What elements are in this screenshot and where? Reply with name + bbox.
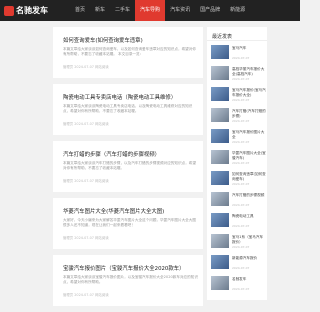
article-meta: 管理员 2024-07-07 网站阅读	[63, 122, 109, 126]
logo-text: 名驰发车	[16, 5, 48, 15]
article-card[interactable]: 汽车打蜡的步骤（汽车打蜡的步骤视频） 本篇文章给大家谈谈汽车打蜡的步骤，以及汽车…	[53, 141, 203, 192]
post-thumbnail[interactable]	[211, 108, 229, 122]
post-thumbnail[interactable]	[211, 192, 229, 206]
post-title[interactable]: 华菱汽车图片大全(宝骏汽车)	[232, 151, 266, 160]
sidebar-post-item[interactable]: 汽车打蜡的步骤视频 2024-07-07	[211, 192, 265, 210]
nav-item-new-energy[interactable]: 新能源	[225, 0, 250, 21]
post-title[interactable]: 宝马汽车报价图片大全	[232, 130, 266, 139]
post-thumbnail[interactable]	[211, 87, 229, 101]
sidebar-title: 最近发表	[207, 27, 267, 41]
post-date: 2024-07-07	[232, 161, 250, 165]
sidebar-post-item[interactable]: 如何查询违章(如何查询爱车) 2024-07-07	[211, 171, 266, 189]
post-date: 2024-07-07	[232, 245, 250, 249]
post-date: 2024-07-07	[232, 266, 250, 270]
post-date: 2024-07-07	[232, 56, 250, 60]
article-excerpt: 本篇文章给大家谈谈宝骏汽车报价图片，以及宝骏汽车报价大全2020款车对应的知识点…	[63, 275, 198, 284]
sidebar-post-item[interactable]: 汽车打蜡(汽车打蜡的步骤) 2024-07-07	[211, 108, 266, 126]
article-excerpt: 本篇文章给大家谈谈陶瓷电动工具专卖店电话，以及陶瓷电动工具维修对应的知识点，希望…	[63, 104, 193, 113]
article-excerpt: 大家好，今天小编来为大家解答华菱汽车图片大全这个问题，华菱汽车图片大全大图很多人…	[63, 218, 196, 227]
post-thumbnail[interactable]	[211, 45, 229, 59]
post-title[interactable]: 宝马1系（宝马汽车报价）	[232, 235, 266, 244]
post-title[interactable]: 名驰发车	[232, 277, 266, 286]
sidebar-post-item[interactable]: 华菱汽车图片大全(宝骏汽车) 2024-07-07	[211, 150, 266, 168]
article-card[interactable]: 陶瓷电动工具专卖店电话（陶瓷电动工具维修） 本篇文章给大家谈谈陶瓷电动工具专卖店…	[53, 84, 203, 135]
article-excerpt: 本篇文章给大家谈谈汽车打蜡的步骤，以及汽车打蜡的步骤视频对应的知识点，希望对你有…	[63, 161, 196, 170]
article-title[interactable]: 汽车打蜡的步骤（汽车打蜡的步骤视频）	[63, 150, 160, 158]
post-thumbnail[interactable]	[211, 213, 229, 227]
site-logo[interactable]: 名驰发车	[4, 3, 48, 18]
nav-item-car-guide[interactable]: 汽车导购	[135, 0, 166, 21]
nav-item-domestic-brands[interactable]: 国产品牌	[195, 0, 225, 21]
article-meta: 管理员 2024-07-07 网站阅读	[63, 293, 109, 297]
post-thumbnail[interactable]	[211, 66, 229, 80]
article-excerpt: 本篇文章给大家谈谈如何查询爱车，以及如何查询爱车违章对应的知识点，希望对你有所帮…	[63, 47, 196, 56]
post-thumbnail[interactable]	[211, 150, 229, 164]
logo-mark-icon	[4, 5, 14, 16]
sidebar-post-item[interactable]: 宝马1系（宝马汽车报价） 2024-07-07	[211, 234, 265, 252]
post-thumbnail[interactable]	[211, 255, 229, 269]
nav-item-home[interactable]: 首页	[70, 0, 90, 21]
recent-posts-sidebar: 最近发表 宝马汽车 2024-07-07 高档华丽汽车报价大全(高档汽车) 20…	[207, 27, 267, 300]
post-thumbnail[interactable]	[211, 234, 229, 248]
article-list: 如何查询爱车(如何查询爱车违章) 本篇文章给大家谈谈如何查询爱车，以及如何查询爱…	[53, 27, 203, 312]
article-title[interactable]: 陶瓷电动工具专卖店电话（陶瓷电动工具维修）	[63, 93, 176, 101]
article-meta: 管理员 2024-07-07 网站阅读	[63, 179, 109, 183]
article-card[interactable]: 如何查询爱车(如何查询爱车违章) 本篇文章给大家谈谈如何查询爱车，以及如何查询爱…	[53, 27, 203, 78]
sidebar-post-item[interactable]: 宝马汽车报价(宝马汽车报价大全) 2024-07-07	[211, 87, 266, 105]
post-title[interactable]: 宝马汽车报价(宝马汽车报价大全)	[232, 88, 266, 97]
post-title[interactable]: 陶瓷电动工具	[232, 214, 266, 223]
article-title[interactable]: 宝骏汽车报价图片（宝骏汽车报价大全2020款车）	[63, 264, 185, 272]
sidebar-post-item[interactable]: 宝马汽车 2024-07-07	[211, 45, 265, 63]
post-title[interactable]: 宝马汽车	[232, 46, 266, 55]
nav-item-car-news[interactable]: 汽车资讯	[165, 0, 195, 21]
sidebar-post-item[interactable]: 名驰发车 2024-07-07	[211, 276, 265, 294]
article-title[interactable]: 华菱汽车图片大全(华菱汽车图片大全大图)	[63, 207, 164, 215]
sidebar-post-item[interactable]: 高档华丽汽车报价大全(高档汽车) 2024-07-07	[211, 66, 265, 84]
post-date: 2024-07-07	[232, 224, 250, 228]
post-thumbnail[interactable]	[211, 129, 229, 143]
post-date: 2024-07-07	[232, 287, 250, 291]
post-title[interactable]: 新能源汽车报价	[232, 256, 266, 265]
top-navigation-bar: 名驰发车 首页 新车 二手车 汽车导购 汽车资讯 国产品牌 新能源	[0, 0, 300, 21]
post-date: 2024-07-07	[232, 203, 250, 207]
nav-item-used-cars[interactable]: 二手车	[110, 0, 135, 21]
nav-item-new-cars[interactable]: 新车	[90, 0, 110, 21]
post-thumbnail[interactable]	[211, 171, 229, 185]
article-meta: 管理员 2024-07-07 网站阅读	[63, 236, 109, 240]
sidebar-post-item[interactable]: 新能源汽车报价 2024-07-07	[211, 255, 265, 273]
post-date: 2024-07-07	[232, 140, 250, 144]
article-meta: 管理员 2024-07-07 网站阅读	[63, 65, 109, 69]
sidebar-post-item[interactable]: 陶瓷电动工具 2024-07-07	[211, 213, 265, 231]
article-card[interactable]: 华菱汽车图片大全(华菱汽车图片大全大图) 大家好，今天小编来为大家解答华菱汽车图…	[53, 198, 203, 249]
post-title[interactable]: 如何查询违章(如何查询爱车)	[232, 172, 266, 181]
article-card[interactable]: 宝骏汽车报价图片（宝骏汽车报价大全2020款车） 本篇文章给大家谈谈宝骏汽车报价…	[53, 255, 203, 306]
post-date: 2024-07-07	[232, 182, 250, 186]
main-nav: 首页 新车 二手车 汽车导购 汽车资讯 国产品牌 新能源	[70, 0, 250, 21]
post-title[interactable]: 汽车打蜡的步骤视频	[232, 193, 266, 202]
post-date: 2024-07-07	[232, 77, 250, 81]
post-title[interactable]: 汽车打蜡(汽车打蜡的步骤)	[232, 109, 266, 118]
sidebar-post-item[interactable]: 宝马汽车报价图片大全 2024-07-07	[211, 129, 265, 147]
post-date: 2024-07-07	[232, 98, 250, 102]
post-thumbnail[interactable]	[211, 276, 229, 290]
post-title[interactable]: 高档华丽汽车报价大全(高档汽车)	[232, 67, 266, 76]
post-date: 2024-07-07	[232, 119, 250, 123]
article-title[interactable]: 如何查询爱车(如何查询爱车违章)	[63, 36, 143, 44]
